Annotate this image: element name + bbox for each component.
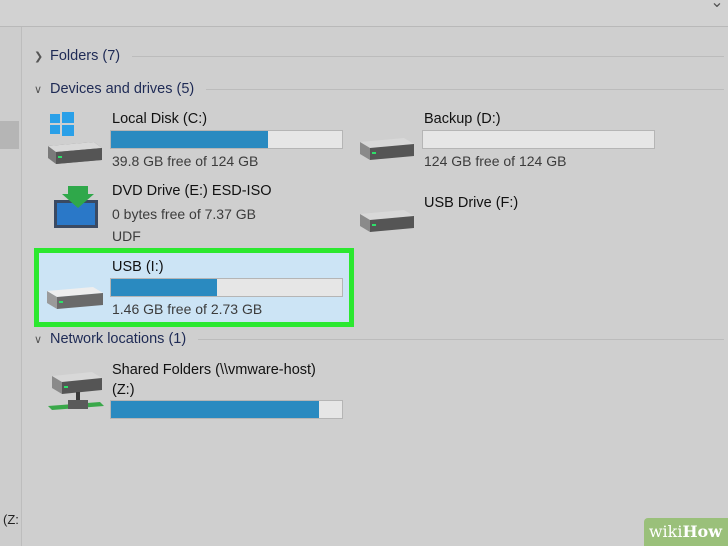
drive-space-text: 0 bytes free of 7.37 GB xyxy=(112,206,256,222)
chevron-down-icon[interactable]: ⌄ xyxy=(710,0,724,11)
drive-name: Local Disk (C:) xyxy=(112,111,208,127)
group-label-devices: Devices and drives (5) xyxy=(50,81,195,97)
group-divider xyxy=(206,88,724,90)
navigation-pane-scrollbar[interactable] xyxy=(0,121,19,149)
drive-usage-fill xyxy=(111,401,319,418)
drive-item-usb-f[interactable]: USB Drive (F:) xyxy=(356,188,666,244)
drive-space-text: 1.46 GB free of 2.73 GB xyxy=(112,301,263,317)
group-label-folders: Folders (7) xyxy=(50,48,121,64)
watermark-prefix: wiki xyxy=(648,522,683,541)
drive-space-text: 124 GB free of 124 GB xyxy=(424,153,567,169)
wikihow-watermark: wikiHow xyxy=(644,518,728,546)
drive-usage-fill xyxy=(111,279,218,296)
top-toolbar: ⌄ xyxy=(0,0,728,27)
group-divider xyxy=(132,55,724,57)
group-label-network: Network locations (1) xyxy=(50,331,187,347)
drive-name: USB Drive (F:) xyxy=(424,195,519,211)
drive-name: Backup (D:) xyxy=(424,111,501,127)
group-header-devices[interactable]: ∨ Devices and drives (5) xyxy=(34,79,724,99)
drive-name: DVD Drive (E:) ESD-ISO xyxy=(112,183,272,199)
drive-item-local-disk-c[interactable]: Local Disk (C:) 39.8 GB free of 124 GB xyxy=(44,106,354,172)
drive-name-line1: Shared Folders (\\vmware-host) xyxy=(112,362,316,378)
windows-drive-icon xyxy=(48,112,102,164)
group-header-network[interactable]: ∨ Network locations (1) xyxy=(34,329,724,349)
chevron-right-icon[interactable]: ❯ xyxy=(34,50,48,63)
chevron-down-icon[interactable]: ∨ xyxy=(34,333,48,346)
drive-usage-bar xyxy=(110,130,343,149)
chevron-down-icon[interactable]: ∨ xyxy=(34,83,48,96)
group-divider xyxy=(198,338,724,340)
navigation-pane-label[interactable]: (Z: xyxy=(3,512,19,527)
group-header-folders[interactable]: ❯ Folders (7) xyxy=(34,46,724,66)
drive-usage-bar xyxy=(110,400,343,419)
drive-name-line2: (Z:) xyxy=(112,382,135,398)
usb-drive-icon xyxy=(47,287,103,309)
dvd-drive-icon xyxy=(54,186,98,228)
drive-usage-fill xyxy=(111,131,269,148)
drive-item-usb-i[interactable]: USB (I:) 1.46 GB free of 2.73 GB xyxy=(34,248,354,327)
drive-item-shared-folders-z[interactable]: Shared Folders (\\vmware-host) (Z:) xyxy=(44,356,354,426)
drive-space-text: 39.8 GB free of 124 GB xyxy=(112,153,259,169)
hard-drive-icon xyxy=(360,138,414,160)
drive-usage-bar xyxy=(110,278,343,297)
drive-item-backup-d[interactable]: Backup (D:) 124 GB free of 124 GB xyxy=(356,106,666,172)
usb-drive-icon xyxy=(360,210,414,232)
drive-filesystem-text: UDF xyxy=(112,228,141,244)
drive-usage-bar xyxy=(422,130,655,149)
network-drive-icon xyxy=(48,372,104,410)
drive-item-dvd-e[interactable]: DVD Drive (E:) ESD-ISO 0 bytes free of 7… xyxy=(44,178,354,244)
watermark-suffix: How xyxy=(682,522,722,541)
navigation-pane: (Z: xyxy=(0,27,22,546)
drive-name: USB (I:) xyxy=(112,259,164,275)
